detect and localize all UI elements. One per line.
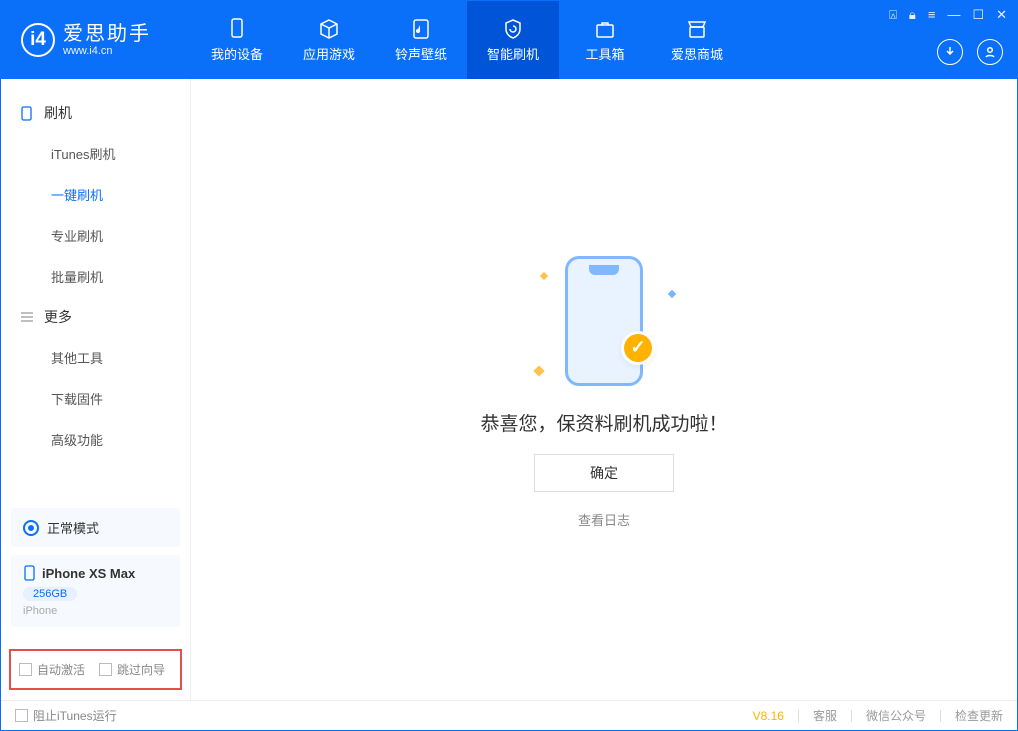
nav-apps-games[interactable]: 应用游戏: [283, 1, 375, 79]
shop-icon: [686, 18, 708, 40]
device-capacity: 256GB: [23, 587, 77, 601]
cube-icon: [318, 18, 340, 40]
checkbox-auto-activate[interactable]: 自动激活: [19, 661, 85, 678]
status-mode: 正常模式: [47, 518, 99, 537]
sidebar-item-pro-flash[interactable]: 专业刷机: [1, 215, 190, 256]
nav-label: 我的设备: [211, 44, 263, 63]
top-nav: 我的设备 应用游戏 铃声壁纸 智能刷机 工具箱 爱思商城: [191, 1, 743, 79]
sidebar-item-oneclick-flash[interactable]: 一键刷机: [1, 174, 190, 215]
phone-icon: [23, 565, 36, 581]
divider: [940, 710, 941, 722]
music-file-icon: [410, 18, 432, 40]
device-type: iPhone: [23, 605, 168, 617]
app-logo: i4 爱思助手 www.i4.cn: [1, 1, 191, 79]
nav-my-device[interactable]: 我的设备: [191, 1, 283, 79]
sparkle-icon: [668, 289, 676, 297]
sidebar: 刷机 iTunes刷机 一键刷机 专业刷机 批量刷机 更多 其他工具 下载固件 …: [1, 79, 191, 700]
window-tools-bottom: [937, 39, 1003, 65]
device-name: iPhone XS Max: [42, 566, 135, 581]
sidebar-item-batch-flash[interactable]: 批量刷机: [1, 256, 190, 297]
status-icon: [23, 520, 39, 536]
device-icon: [226, 18, 248, 40]
nav-label: 铃声壁纸: [395, 44, 447, 63]
highlight-options: 自动激活 跳过向导: [9, 649, 182, 690]
status-card[interactable]: 正常模式: [11, 508, 180, 547]
nav-toolbox[interactable]: 工具箱: [559, 1, 651, 79]
shirt-icon[interactable]: ⍓: [889, 7, 897, 23]
sidebar-item-advanced[interactable]: 高级功能: [1, 419, 190, 460]
close-button[interactable]: ✕: [996, 7, 1007, 23]
customer-service-link[interactable]: 客服: [813, 707, 837, 724]
check-update-link[interactable]: 检查更新: [955, 707, 1003, 724]
sparkle-icon: [533, 365, 544, 376]
logo-icon: i4: [21, 23, 55, 57]
sidebar-item-other-tools[interactable]: 其他工具: [1, 337, 190, 378]
ok-button[interactable]: 确定: [534, 454, 674, 492]
list-icon: [19, 310, 34, 325]
nav-label: 应用游戏: [303, 44, 355, 63]
footer: 阻止iTunes运行 V8.16 客服 微信公众号 检查更新: [1, 700, 1017, 730]
checkbox-icon: [19, 663, 32, 676]
nav-label: 爱思商城: [671, 44, 723, 63]
phone-icon: [19, 106, 34, 121]
app-url: www.i4.cn: [63, 45, 151, 57]
phone-illustration: [565, 256, 643, 386]
sparkle-icon: [540, 271, 548, 279]
main-content: ✓ 恭喜您，保资料刷机成功啦！ 确定 查看日志: [191, 79, 1017, 700]
sidebar-section-flash: 刷机: [1, 93, 190, 133]
check-badge-icon: ✓: [621, 331, 655, 365]
device-card[interactable]: iPhone XS Max 256GB iPhone: [11, 555, 180, 627]
nav-smart-flash[interactable]: 智能刷机: [467, 1, 559, 79]
view-log-link[interactable]: 查看日志: [578, 510, 630, 529]
nav-label: 工具箱: [585, 44, 624, 63]
nav-ringtones[interactable]: 铃声壁纸: [375, 1, 467, 79]
sidebar-section-more: 更多: [1, 297, 190, 337]
maximize-button[interactable]: ☐: [972, 7, 984, 23]
success-illustration: ✓: [539, 251, 669, 391]
app-name: 爱思助手: [63, 23, 151, 45]
divider: [851, 710, 852, 722]
shield-refresh-icon: [502, 18, 524, 40]
sidebar-item-download-firmware[interactable]: 下载固件: [1, 378, 190, 419]
checkbox-icon: [99, 663, 112, 676]
menu-icon[interactable]: ≡: [928, 7, 936, 23]
nav-store[interactable]: 爱思商城: [651, 1, 743, 79]
wechat-link[interactable]: 微信公众号: [866, 707, 926, 724]
toolbox-icon: [594, 18, 616, 40]
nav-label: 智能刷机: [487, 44, 539, 63]
download-button[interactable]: [937, 39, 963, 65]
checkbox-icon: [15, 709, 28, 722]
sidebar-item-itunes-flash[interactable]: iTunes刷机: [1, 133, 190, 174]
title-bar: i4 爱思助手 www.i4.cn 我的设备 应用游戏 铃声壁纸 智能刷机 工具…: [1, 1, 1017, 79]
divider: [798, 710, 799, 722]
checkbox-stop-itunes[interactable]: 阻止iTunes运行: [15, 707, 117, 724]
window-tools-top: ⍓ 🔒︎ ≡ — ☐ ✕: [889, 7, 1007, 23]
success-message: 恭喜您，保资料刷机成功啦！: [480, 409, 727, 436]
lock-icon[interactable]: 🔒︎: [909, 7, 916, 23]
checkbox-skip-guide[interactable]: 跳过向导: [99, 661, 165, 678]
user-button[interactable]: [977, 39, 1003, 65]
version-label: V8.16: [753, 709, 784, 723]
minimize-button[interactable]: —: [947, 7, 960, 23]
